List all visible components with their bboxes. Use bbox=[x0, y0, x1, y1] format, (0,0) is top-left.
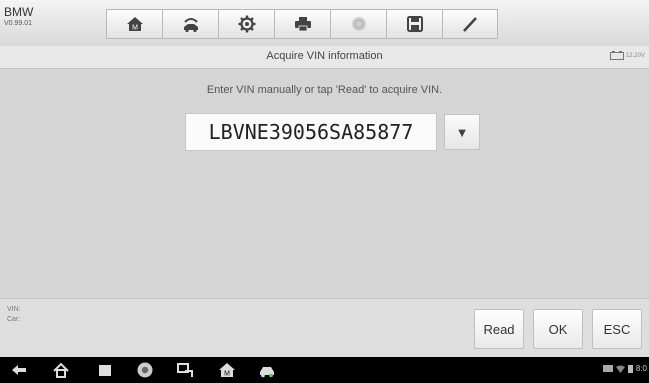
read-button[interactable]: Read bbox=[474, 309, 524, 349]
edit-button[interactable] bbox=[442, 9, 498, 39]
vehicle-swap-icon bbox=[183, 18, 198, 33]
title-bar: Acquire VIN information 12.20V bbox=[0, 46, 649, 69]
top-bar: BMW V0.99.01 M bbox=[0, 0, 649, 47]
vehicle-brand: BMW bbox=[4, 5, 34, 19]
esc-button[interactable]: ESC bbox=[592, 309, 642, 349]
battery-status-icon bbox=[627, 365, 633, 373]
keyboard-icon bbox=[602, 365, 613, 372]
page-title: Acquire VIN information bbox=[266, 50, 383, 62]
android-nav-bar: M 8:0 bbox=[0, 357, 649, 383]
back-icon bbox=[12, 365, 26, 375]
svg-text:M: M bbox=[132, 25, 138, 32]
settings-button[interactable] bbox=[218, 9, 274, 39]
car-button[interactable] bbox=[258, 361, 276, 379]
help-button[interactable] bbox=[330, 9, 386, 39]
svg-text:M: M bbox=[224, 371, 230, 378]
chrome-button[interactable] bbox=[136, 361, 154, 379]
help-icon bbox=[351, 17, 366, 31]
vehicle-info: VIN: Car: bbox=[7, 305, 21, 325]
save-button[interactable] bbox=[386, 9, 442, 39]
save-icon bbox=[406, 16, 423, 32]
android-home-button[interactable] bbox=[52, 361, 70, 379]
vin-dropdown-button[interactable]: ▼ bbox=[444, 114, 480, 150]
main-panel: Enter VIN manually or tap 'Read' to acqu… bbox=[0, 69, 649, 298]
android-home-icon bbox=[53, 362, 69, 378]
brand-block: BMW V0.99.01 bbox=[4, 6, 33, 27]
recent-apps-button[interactable] bbox=[96, 361, 114, 379]
status-tray: 8:0 bbox=[602, 364, 647, 373]
ok-button[interactable]: OK bbox=[533, 309, 583, 349]
diagnostics-home-button[interactable]: M bbox=[218, 361, 236, 379]
clock: 8:0 bbox=[635, 364, 647, 373]
car-label: Car: bbox=[7, 316, 21, 323]
remote-icon bbox=[177, 363, 193, 377]
battery-status: 12.20V bbox=[609, 51, 645, 60]
print-icon bbox=[294, 17, 311, 32]
diagnostics-home-icon: M bbox=[219, 363, 235, 378]
instruction-text: Enter VIN manually or tap 'Read' to acqu… bbox=[206, 84, 443, 96]
chevron-down-icon: ▼ bbox=[455, 124, 469, 140]
vin-row: LBVNE39056SA85877 ▼ bbox=[185, 113, 480, 151]
back-button[interactable] bbox=[10, 361, 28, 379]
battery-icon bbox=[609, 51, 624, 60]
bottom-panel: VIN: Car: Read OK ESC bbox=[0, 298, 649, 358]
print-button[interactable] bbox=[274, 9, 330, 39]
settings-gear-icon bbox=[238, 15, 255, 33]
vin-input[interactable]: LBVNE39056SA85877 bbox=[185, 113, 437, 151]
chrome-icon bbox=[137, 362, 153, 378]
home-icon: M bbox=[126, 17, 143, 32]
vin-label: VIN: bbox=[7, 306, 21, 313]
recent-apps-icon bbox=[99, 365, 111, 376]
wifi-icon bbox=[615, 365, 625, 373]
vehicle-swap-button[interactable] bbox=[162, 9, 218, 39]
edit-pen-icon bbox=[463, 17, 477, 32]
software-version: V0.99.01 bbox=[4, 20, 33, 27]
remote-button[interactable] bbox=[176, 361, 194, 379]
toolbar: M bbox=[106, 9, 498, 39]
car-icon bbox=[260, 367, 274, 378]
home-button[interactable]: M bbox=[106, 9, 162, 39]
battery-voltage: 12.20V bbox=[625, 52, 645, 59]
